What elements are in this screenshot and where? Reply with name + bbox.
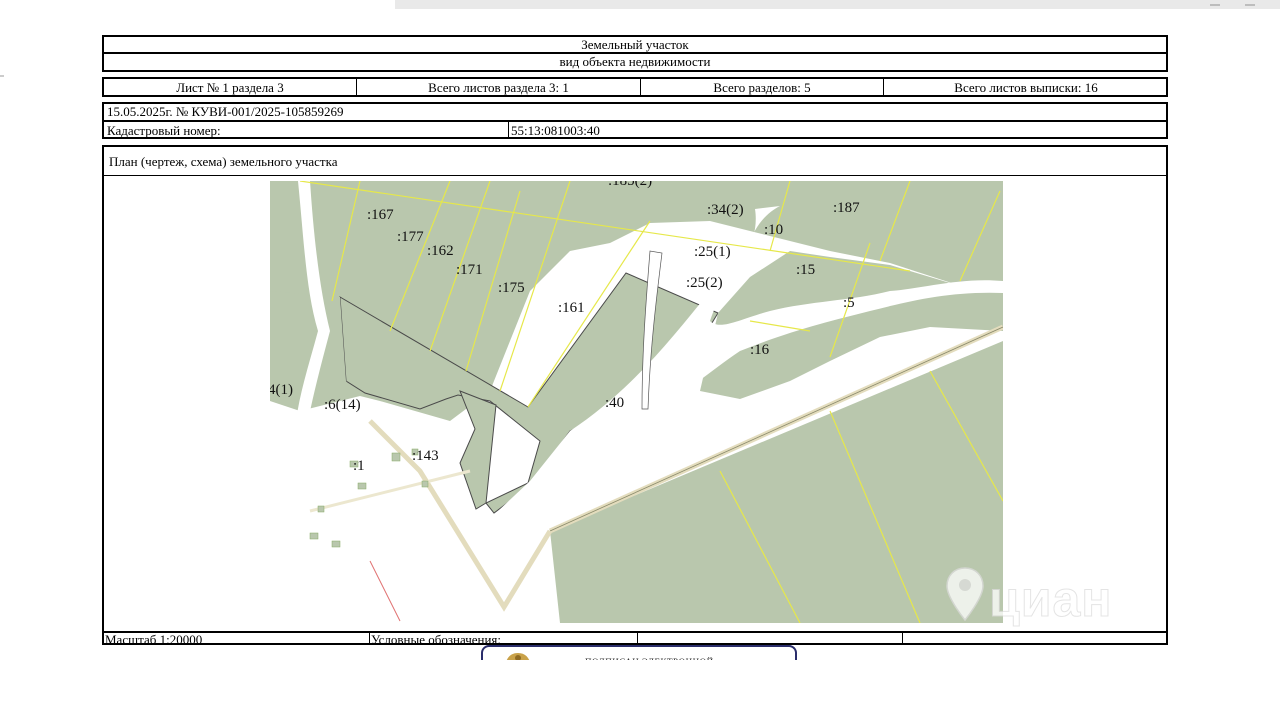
plan-title-divider (104, 175, 1166, 176)
parcel-label: :161 (558, 300, 585, 316)
cadastral-label: Кадастровый номер: (107, 123, 221, 138)
page-bottom-blank (0, 660, 1280, 720)
parcel-label: :143 (412, 448, 439, 464)
left-edge-mark (0, 75, 4, 77)
top-toolbar-strip (395, 0, 1280, 9)
legend-title: Условные обозначения: (371, 632, 502, 645)
parcel-label: :171 (456, 262, 483, 278)
parcel-label: :167 (367, 207, 394, 223)
sections-total: Всего разделов: 5 (713, 80, 811, 95)
plan-footer-divider (104, 631, 1166, 633)
parcel-label: :187 (833, 200, 860, 216)
object-title: Земельный участок (581, 37, 689, 52)
parcel-label: :16 (750, 342, 770, 358)
parcel-label: :162 (427, 243, 454, 259)
date-number-row: 15.05.2025г. № КУВИ-001/2025-105859269 (102, 102, 1168, 122)
parcel-label: :34(2) (707, 202, 744, 218)
cadastral-row: Кадастровый номер: 55:13:081003:40 (102, 120, 1168, 139)
parcel-label: :15 (796, 262, 815, 278)
parcel-label: :5 (843, 295, 855, 311)
location-pin-icon (946, 567, 984, 622)
parcel-label: :10 (764, 222, 783, 238)
cadastral-number: 55:13:081003:40 (511, 123, 600, 138)
sheet-info-row: Лист № 1 раздела 3 Всего листов раздела … (102, 77, 1168, 97)
parcel-label: :6(14) (324, 397, 361, 413)
extract-sheets-total: Всего листов выписки: 16 (954, 80, 1098, 95)
divider (902, 631, 903, 643)
object-type-cell: вид объекта недвижимости (102, 52, 1168, 72)
parcel-label: :175 (498, 280, 525, 296)
parcel-label: :177 (397, 229, 424, 245)
parcel-label: :185(2) (608, 181, 652, 189)
toolbar-mark (1210, 4, 1220, 6)
toolbar-mark (1245, 4, 1255, 6)
object-type: вид объекта недвижимости (559, 54, 711, 69)
parcel-label: :40 (605, 395, 624, 411)
sheet-number: Лист № 1 раздела 3 (176, 80, 284, 95)
cadastral-map-canvas: :185(2) :167 :177 :162 :171 :175 :161 :3… (270, 181, 1003, 623)
divider (369, 631, 370, 643)
plan-title: План (чертеж, схема) земельного участка (109, 154, 338, 169)
divider (637, 631, 638, 643)
parcel-label: :25(2) (686, 275, 723, 291)
parcel-label: :1 (353, 458, 365, 474)
parcel-label: 4(1) (270, 382, 293, 398)
parcel-label: :25(1) (694, 244, 731, 260)
divider (508, 122, 509, 137)
cadastral-map[interactable]: :185(2) :167 :177 :162 :171 :175 :161 :3… (270, 181, 1003, 623)
watermark-text: циан (988, 571, 1113, 628)
section-sheets-total: Всего листов раздела 3: 1 (428, 80, 569, 95)
cian-watermark: циан (945, 566, 1145, 630)
document-date-number: 15.05.2025г. № КУВИ-001/2025-105859269 (107, 104, 344, 119)
map-scale: Масштаб 1:20000 (105, 632, 203, 645)
